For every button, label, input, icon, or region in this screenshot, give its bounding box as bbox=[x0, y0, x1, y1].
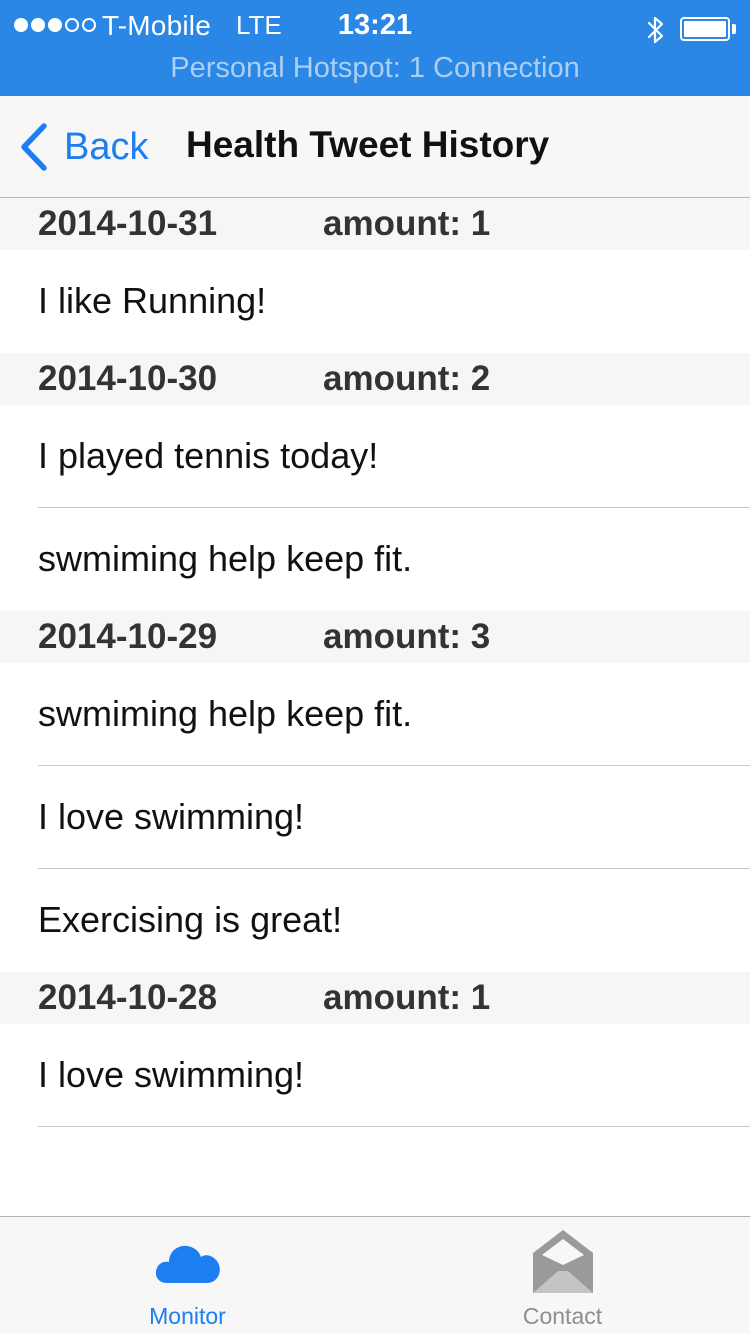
envelope-icon bbox=[532, 1230, 593, 1293]
list-item[interactable]: I played tennis today! bbox=[0, 405, 750, 508]
tweet-text: Exercising is great! bbox=[38, 899, 343, 940]
tab-bar: Monitor Contact bbox=[0, 1216, 750, 1334]
tweet-text: I love swimming! bbox=[38, 1054, 305, 1095]
tab-label: Monitor bbox=[149, 1303, 226, 1329]
list-item[interactable]: I love swimming! bbox=[0, 1024, 750, 1127]
section-header: 2014-10-30 amount: 2 bbox=[0, 353, 750, 405]
bluetooth-icon bbox=[647, 16, 664, 44]
section-amount: amount: 1 bbox=[323, 204, 491, 243]
section-date: 2014-10-31 bbox=[38, 204, 218, 243]
tweet-text: swmiming help keep fit. bbox=[38, 693, 413, 734]
tab-contact[interactable]: Contact bbox=[375, 1217, 750, 1334]
page-title: Health Tweet History bbox=[186, 124, 550, 165]
list-item[interactable]: I like Running! bbox=[0, 250, 750, 353]
chevron-left-icon bbox=[21, 123, 47, 171]
status-time: 13:21 bbox=[337, 9, 413, 41]
battery-fill bbox=[684, 21, 726, 37]
section-date: 2014-10-30 bbox=[38, 359, 218, 398]
navigation-bar: Back Health Tweet History bbox=[0, 96, 750, 198]
section-header: 2014-10-31 amount: 1 bbox=[0, 198, 750, 250]
tweet-text: swmiming help keep fit. bbox=[38, 538, 413, 579]
hotspot-banner[interactable]: Personal Hotspot: 1 Connection bbox=[0, 52, 750, 85]
tweet-text: I like Running! bbox=[38, 280, 267, 321]
tweet-text: I love swimming! bbox=[38, 796, 305, 837]
cloud-icon bbox=[155, 1245, 220, 1283]
section-amount: amount: 2 bbox=[323, 359, 491, 398]
section-header: 2014-10-28 amount: 1 bbox=[0, 972, 750, 1024]
list-item[interactable]: swmiming help keep fit. bbox=[0, 508, 750, 611]
tab-monitor[interactable]: Monitor bbox=[0, 1217, 375, 1334]
list-item[interactable]: I love swimming! bbox=[0, 766, 750, 869]
section-amount: amount: 3 bbox=[323, 617, 491, 656]
tab-label: Contact bbox=[522, 1303, 603, 1329]
battery-tip bbox=[732, 24, 736, 34]
battery-icon bbox=[680, 17, 730, 41]
back-label: Back bbox=[64, 125, 149, 168]
section-date: 2014-10-29 bbox=[38, 617, 218, 656]
section-header: 2014-10-29 amount: 3 bbox=[0, 611, 750, 663]
status-row: T-Mobile LTE 13:21 bbox=[0, 6, 750, 46]
tweet-text: I played tennis today! bbox=[38, 435, 379, 476]
row-separator bbox=[38, 1126, 750, 1127]
status-bar: T-Mobile LTE 13:21 Personal Hotspot: 1 C… bbox=[0, 0, 750, 96]
section-amount: amount: 1 bbox=[323, 978, 491, 1017]
back-button[interactable]: Back bbox=[18, 122, 148, 172]
list-item[interactable]: Exercising is great! bbox=[0, 869, 750, 972]
section-date: 2014-10-28 bbox=[38, 978, 218, 1017]
screen: T-Mobile LTE 13:21 Personal Hotspot: 1 C… bbox=[0, 0, 750, 1334]
list-item[interactable]: swmiming help keep fit. bbox=[0, 663, 750, 766]
tweet-history-list[interactable]: 2014-10-31 amount: 1 I like Running! 201… bbox=[0, 198, 750, 1127]
